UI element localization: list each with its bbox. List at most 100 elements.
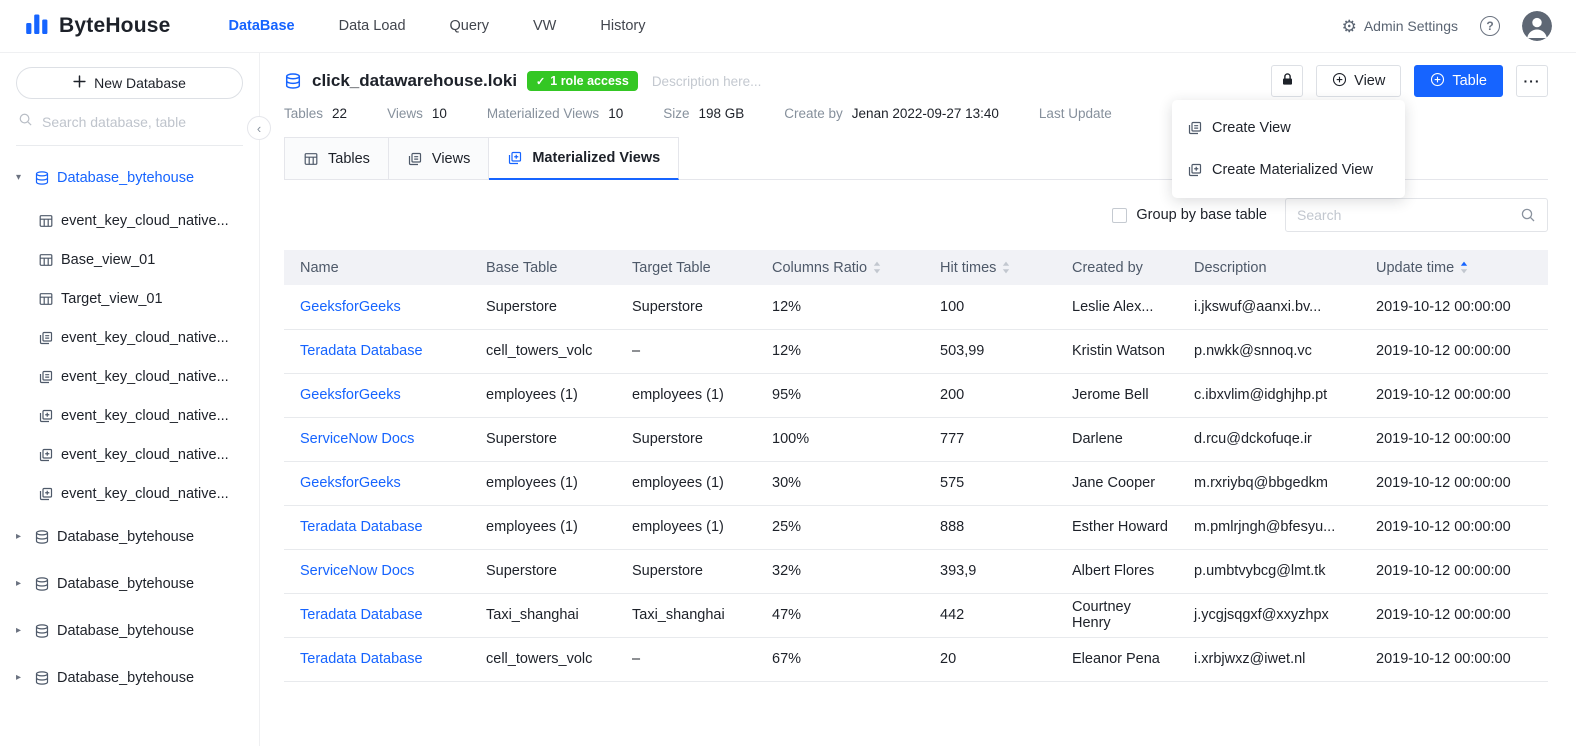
- cell-columns-ratio: 95%: [760, 373, 928, 417]
- cell-name[interactable]: Teradata Database: [284, 505, 474, 549]
- lock-icon: [1280, 72, 1295, 90]
- tree-item-database-bytehouse[interactable]: ▸ Database_bytehouse: [16, 654, 243, 701]
- stat-value: 10: [608, 106, 623, 121]
- caret-down-icon[interactable]: ▾: [16, 172, 27, 183]
- new-database-button[interactable]: New Database: [16, 67, 243, 99]
- tree-item-event-key-cloud-native[interactable]: event_key_cloud_native...: [16, 318, 243, 357]
- sidebar-collapse-button[interactable]: ‹: [247, 116, 271, 140]
- stat-tables: Tables22: [284, 106, 347, 121]
- tab-tables[interactable]: Tables: [284, 137, 389, 179]
- menu-item-create-view[interactable]: Create View: [1172, 107, 1405, 149]
- bytehouse-app: ByteHouse DataBase Data Load Query VW Histor…: [0, 0, 1576, 746]
- cell-hit-times: 200: [928, 373, 1060, 417]
- tree-item-database-bytehouse[interactable]: ▾ Database_bytehouse: [16, 154, 243, 201]
- cell-name[interactable]: GeeksforGeeks: [284, 373, 474, 417]
- table-search-input[interactable]: [1297, 207, 1512, 223]
- new-database-label: New Database: [94, 75, 186, 91]
- tree-item-label: event_key_cloud_native...: [61, 447, 229, 463]
- tree-item-event-key-cloud-native[interactable]: event_key_cloud_native...: [16, 357, 243, 396]
- lock-button[interactable]: [1271, 65, 1303, 97]
- cell-target-table: –: [620, 637, 760, 681]
- cell-update-time: 2019-10-12 00:00:00: [1364, 285, 1548, 329]
- cell-created-by: Courtney Henry: [1060, 593, 1182, 637]
- cell-update-time: 2019-10-12 00:00:00: [1364, 329, 1548, 373]
- caret-right-icon[interactable]: ▸: [16, 625, 27, 636]
- tree-item-label: event_key_cloud_native...: [61, 213, 229, 229]
- create-view-button[interactable]: View: [1316, 65, 1401, 97]
- tree-item-database-bytehouse[interactable]: ▸Database_bytehouse: [16, 607, 243, 654]
- table-row: Teradata DatabaseTaxi_shanghaiTaxi_shang…: [284, 593, 1548, 637]
- chevron-left-icon: ‹: [257, 122, 261, 135]
- cell-name[interactable]: Teradata Database: [284, 593, 474, 637]
- cell-description: p.umbtvybcg@lmt.tk: [1182, 549, 1364, 593]
- nav-item-query[interactable]: Query: [450, 18, 490, 34]
- menu-item-label: Create Materialized View: [1212, 162, 1373, 178]
- cell-name[interactable]: Teradata Database: [284, 329, 474, 373]
- db-description-placeholder[interactable]: Description here...: [652, 74, 762, 89]
- sort-icon: [872, 260, 882, 275]
- cell-hit-times: 393,9: [928, 549, 1060, 593]
- more-actions-button[interactable]: ···: [1516, 65, 1548, 97]
- sidebar-search-input[interactable]: [42, 114, 241, 130]
- database-icon: [34, 529, 50, 545]
- plus-icon: [73, 75, 86, 91]
- cell-name[interactable]: GeeksforGeeks: [284, 285, 474, 329]
- tree-item-label: event_key_cloud_native...: [61, 369, 229, 385]
- page-title: click_datawarehouse.loki: [312, 71, 517, 91]
- table-button-label: Table: [1452, 73, 1487, 89]
- tree-item-target-view-01[interactable]: Target_view_01: [16, 279, 243, 318]
- cell-description: c.ibxvlim@idghjhp.pt: [1182, 373, 1364, 417]
- mview-icon: [1187, 162, 1203, 178]
- column-header-description: Description: [1182, 250, 1364, 285]
- cell-name[interactable]: ServiceNow Docs: [284, 549, 474, 593]
- avatar[interactable]: [1522, 11, 1552, 41]
- caret-right-icon[interactable]: ▸: [16, 578, 27, 589]
- nav-item-vw[interactable]: VW: [533, 18, 556, 34]
- tab-label: Tables: [328, 151, 370, 167]
- search-icon[interactable]: [1520, 207, 1536, 223]
- brand[interactable]: ByteHouse: [24, 11, 171, 42]
- tree-item-base-view-01[interactable]: Base_view_01: [16, 240, 243, 279]
- tree-item-event-key-cloud-native[interactable]: event_key_cloud_native...: [16, 474, 243, 513]
- table-icon: [38, 291, 54, 307]
- cell-name[interactable]: GeeksforGeeks: [284, 461, 474, 505]
- column-header-update-time[interactable]: Update time: [1364, 250, 1548, 285]
- menu-item-create-materialized-view[interactable]: Create Materialized View: [1172, 149, 1405, 191]
- mview-icon: [38, 447, 54, 463]
- tree-item-database-bytehouse[interactable]: ▸Database_bytehouse: [16, 560, 243, 607]
- admin-settings-button[interactable]: ⚙ Admin Settings: [1342, 18, 1458, 35]
- checkbox-icon[interactable]: [1112, 208, 1127, 223]
- cell-base-table: Superstore: [474, 417, 620, 461]
- column-header-columns-ratio[interactable]: Columns Ratio: [760, 250, 928, 285]
- cell-name[interactable]: Teradata Database: [284, 637, 474, 681]
- group-by-base-table-checkbox[interactable]: Group by base table: [1112, 207, 1267, 223]
- cell-columns-ratio: 25%: [760, 505, 928, 549]
- tree-item-event-key-cloud-native[interactable]: event_key_cloud_native...: [16, 201, 243, 240]
- cell-base-table: employees (1): [474, 505, 620, 549]
- nav-item-history[interactable]: History: [600, 18, 645, 34]
- caret-right-icon[interactable]: ▸: [16, 672, 27, 683]
- database-tree: ▾ Database_bytehouse event_key_cloud_nativ…: [16, 154, 243, 701]
- tab-materialized-views[interactable]: Materialized Views: [489, 137, 679, 180]
- tree-item-label: Database_bytehouse: [57, 170, 194, 186]
- tab-views[interactable]: Views: [389, 137, 489, 179]
- nav-item-database[interactable]: DataBase: [229, 18, 295, 34]
- column-header-created-by: Created by: [1060, 250, 1182, 285]
- tree-item-event-key-cloud-native[interactable]: event_key_cloud_native...: [16, 396, 243, 435]
- tree-item-database-bytehouse[interactable]: ▸Database_bytehouse: [16, 513, 243, 560]
- cell-hit-times: 442: [928, 593, 1060, 637]
- cell-target-table: employees (1): [620, 373, 760, 417]
- column-header-hit-times[interactable]: Hit times: [928, 250, 1060, 285]
- cell-hit-times: 777: [928, 417, 1060, 461]
- column-header-target-table: Target Table: [620, 250, 760, 285]
- nav-item-data-load[interactable]: Data Load: [339, 18, 406, 34]
- cell-columns-ratio: 12%: [760, 329, 928, 373]
- caret-right-icon[interactable]: ▸: [16, 531, 27, 542]
- cell-base-table: Taxi_shanghai: [474, 593, 620, 637]
- cell-name[interactable]: ServiceNow Docs: [284, 417, 474, 461]
- tree-item-label: Database_bytehouse: [57, 670, 194, 686]
- create-table-button[interactable]: Table: [1414, 65, 1503, 97]
- cell-created-by: Jerome Bell: [1060, 373, 1182, 417]
- tree-item-event-key-cloud-native[interactable]: event_key_cloud_native...: [16, 435, 243, 474]
- help-button[interactable]: ?: [1480, 16, 1500, 36]
